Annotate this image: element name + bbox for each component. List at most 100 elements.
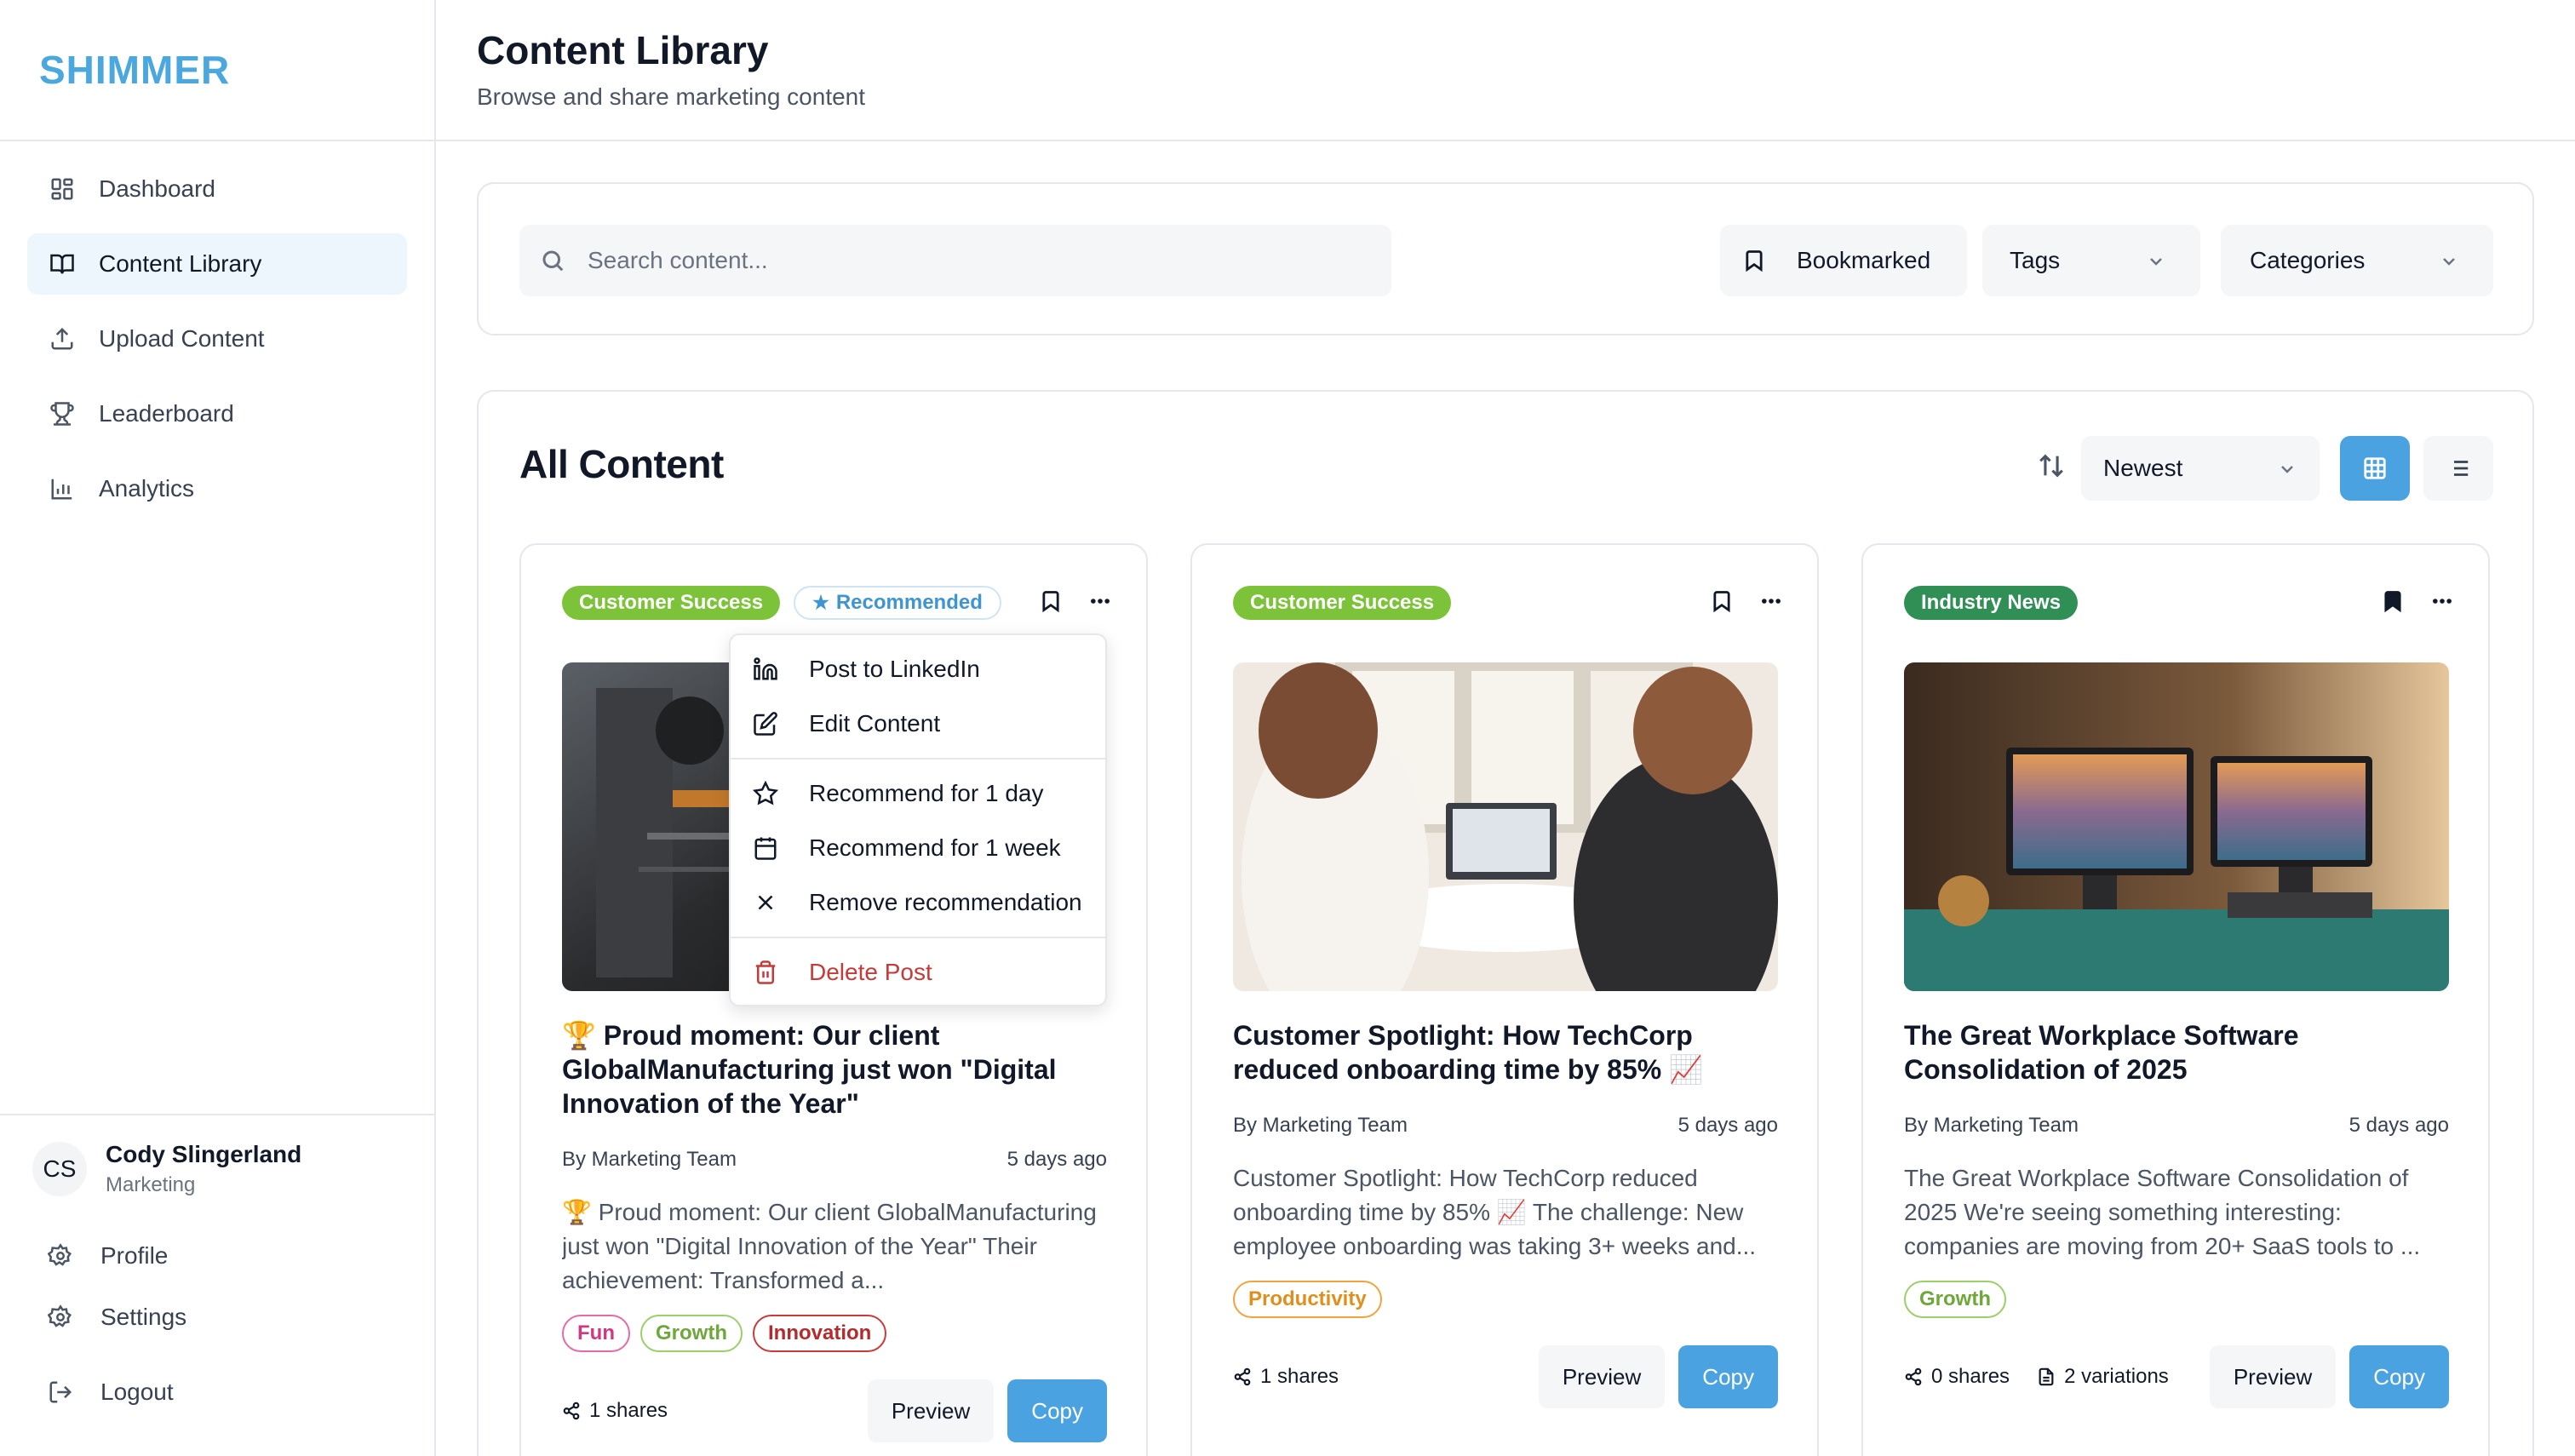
section-title: All Content [519, 442, 724, 486]
preview-button[interactable]: Preview [867, 1379, 995, 1442]
tag-chip[interactable]: Fun [562, 1315, 630, 1352]
bookmark-button[interactable] [1039, 589, 1063, 617]
card-time: 5 days ago [1677, 1114, 1778, 1137]
shares-count: 1 shares [1260, 1365, 1339, 1388]
search-input[interactable] [588, 247, 1354, 274]
copy-button[interactable]: Copy [1007, 1379, 1107, 1442]
shares-count: 1 shares [589, 1399, 668, 1422]
menu-item-remove-recommendation[interactable]: Remove recommendation [731, 875, 1105, 930]
settings-link[interactable]: Settings [27, 1289, 407, 1345]
share-icon [563, 1402, 580, 1420]
gear-icon [48, 1243, 72, 1266]
bar-chart-icon [48, 474, 77, 503]
grid-view-button[interactable] [2340, 436, 2410, 501]
card-time: 5 days ago [2348, 1114, 2449, 1137]
card-author: By Marketing Team [1233, 1114, 1408, 1137]
bookmark-button[interactable] [1710, 589, 1734, 617]
calendar-icon [754, 837, 777, 860]
bookmark-icon [1042, 591, 1059, 613]
edit-icon [754, 712, 777, 736]
trash-icon [755, 960, 776, 984]
more-horizontal-icon [1762, 599, 1781, 604]
category-badge: Customer Success [1233, 586, 1452, 620]
menu-item-recommend-week[interactable]: Recommend for 1 week [731, 821, 1105, 875]
shares-stat: 1 shares [562, 1399, 668, 1423]
menu-divider [731, 937, 1105, 938]
copy-button[interactable]: Copy [1678, 1345, 1778, 1408]
profile-link[interactable]: Profile [27, 1228, 407, 1284]
more-options-button[interactable] [2430, 589, 2454, 617]
sidebar-item-analytics[interactable]: Analytics [27, 458, 407, 519]
sort-select[interactable]: Newest [2081, 436, 2320, 501]
variations-count: 2 variations [2064, 1365, 2169, 1388]
variations-stat: 2 variations [2037, 1365, 2169, 1389]
card-badges: Customer Success [1233, 586, 1452, 620]
sidebar-item-dashboard[interactable]: Dashboard [27, 158, 407, 220]
preview-button[interactable]: Preview [2209, 1345, 2337, 1408]
sidebar-item-leaderboard[interactable]: Leaderboard [27, 383, 407, 444]
sidebar-item-label: Content Library [99, 250, 262, 277]
page-title: Content Library [477, 28, 769, 72]
content-card[interactable]: Customer Success Customer Spotlight: How… [1190, 543, 1819, 1456]
menu-item-delete-post[interactable]: Delete Post [731, 945, 1105, 1000]
preview-button[interactable]: Preview [1538, 1345, 1666, 1408]
tag-chip[interactable]: Growth [639, 1315, 743, 1352]
card-badges: Customer Success ★ Recommended [562, 586, 1001, 620]
card-title[interactable]: The Great Workplace Software Consolidati… [1904, 1018, 2449, 1086]
page-subtitle: Browse and share marketing content [477, 83, 866, 110]
menu-item-post-linkedin[interactable]: Post to LinkedIn [731, 642, 1105, 696]
sort-icon[interactable] [2037, 451, 2067, 482]
menu-divider [731, 758, 1105, 760]
card-title[interactable]: 🏆 Proud moment: Our client GlobalManufac… [562, 1018, 1107, 1121]
list-view-button[interactable] [2423, 436, 2493, 501]
star-icon [753, 781, 778, 805]
logout-icon [49, 1381, 72, 1403]
copy-button[interactable]: Copy [2349, 1345, 2449, 1408]
categories-select[interactable]: Categories [2221, 225, 2493, 296]
card-title[interactable]: Customer Spotlight: How TechCorp reduced… [1233, 1018, 1778, 1086]
sidebar-item-label: Leaderboard [99, 400, 234, 427]
card-author: By Marketing Team [562, 1148, 737, 1171]
page-header: Content Library Browse and share marketi… [436, 0, 2575, 141]
x-icon [758, 895, 773, 910]
bookmark-icon [1746, 250, 1763, 272]
menu-item-recommend-day[interactable]: Recommend for 1 day [731, 766, 1105, 821]
logo[interactable]: SHIMMER [0, 0, 434, 141]
more-options-button[interactable] [1759, 589, 1783, 617]
bookmark-icon [1713, 591, 1730, 613]
avatar[interactable]: CS [32, 1142, 87, 1196]
tag-chip[interactable]: Productivity [1233, 1281, 1382, 1318]
tag-chip[interactable]: Innovation [752, 1315, 887, 1352]
recommended-label: Recommended [835, 591, 983, 614]
sort-value: Newest [2103, 455, 2183, 481]
menu-item-label: Recommend for 1 week [809, 834, 1061, 861]
logo-text: SHIMMER [39, 48, 231, 92]
filter-bar: Bookmarked Tags Categories [477, 182, 2534, 335]
settings-label: Settings [100, 1304, 187, 1330]
card-tags: Productivity [1233, 1281, 1382, 1318]
user-name: Cody Slingerland [106, 1141, 302, 1167]
menu-item-label: Delete Post [809, 959, 932, 985]
logout-link[interactable]: Logout [27, 1364, 407, 1420]
bookmarked-label: Bookmarked [1797, 247, 1931, 273]
sidebar-item-upload-content[interactable]: Upload Content [27, 308, 407, 370]
menu-item-label: Remove recommendation [809, 889, 1082, 915]
shares-count: 0 shares [1931, 1365, 2010, 1388]
tag-chip[interactable]: Growth [1904, 1281, 2006, 1318]
card-excerpt: 🏆 Proud moment: Our client GlobalManufac… [562, 1199, 1097, 1293]
card-options-menu: Post to LinkedIn Edit Content Recommend … [729, 633, 1107, 1006]
file-icon [2039, 1367, 2054, 1386]
more-options-button[interactable] [1088, 589, 1112, 617]
bookmarked-filter-button[interactable]: Bookmarked [1720, 225, 1967, 296]
tags-label: Tags [2010, 247, 2061, 273]
search-icon [542, 250, 564, 272]
chevron-down-icon [2439, 250, 2459, 278]
sidebar-item-content-library[interactable]: Content Library [27, 233, 407, 295]
profile-label: Profile [100, 1242, 169, 1269]
linkedin-icon [754, 657, 777, 680]
bookmark-button[interactable] [2381, 589, 2405, 617]
content-card[interactable]: Industry News The Great Workplace Softwa… [1861, 543, 2490, 1456]
star-icon: ★ [812, 592, 829, 613]
menu-item-edit-content[interactable]: Edit Content [731, 696, 1105, 751]
tags-select[interactable]: Tags [1982, 225, 2200, 296]
